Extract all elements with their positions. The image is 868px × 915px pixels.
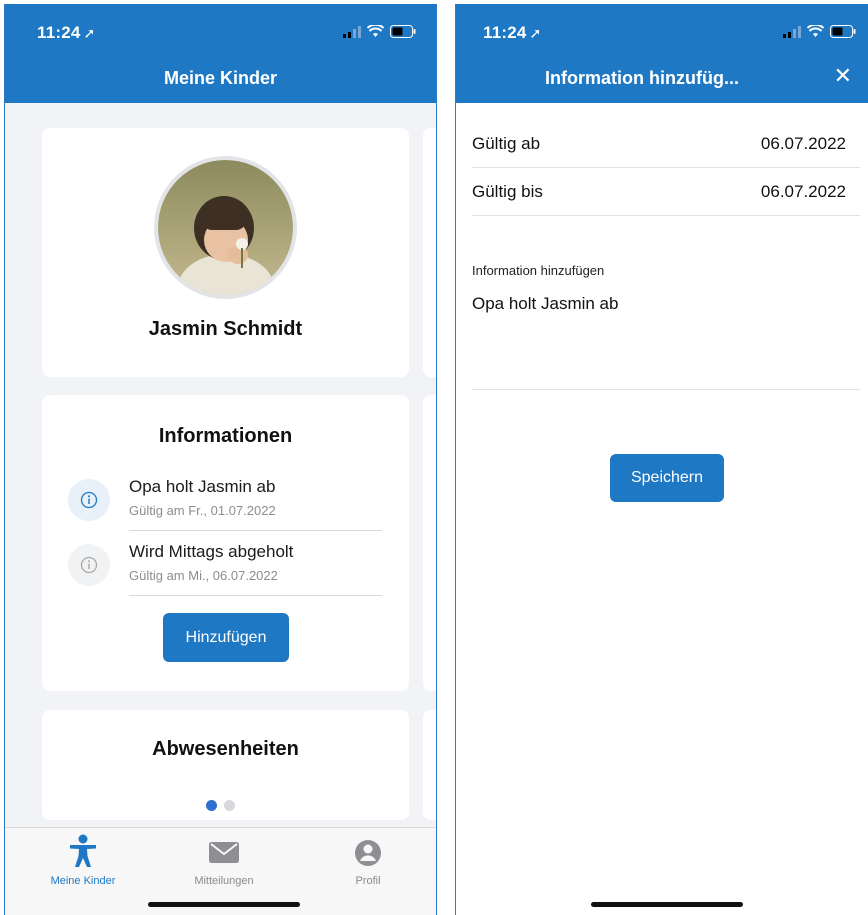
info-item-validity: Gültig am Fr., 01.07.2022 [129, 503, 276, 518]
nav-bar: 11:24 ➚ Information hinzufüg... ✕ [456, 4, 868, 103]
info-item-text: Wird Mittags abgeholt Gültig am Mi., 06.… [129, 536, 382, 596]
status-time: 11:24 ➚ [483, 23, 542, 42]
tab-bar: Meine Kinder Mitteilungen Profil [5, 827, 436, 915]
tab-meine-kinder[interactable]: Meine Kinder [28, 834, 138, 887]
valid-from-value[interactable]: 06.07.2022 [761, 134, 846, 154]
valid-to-label: Gültig bis [472, 182, 543, 201]
left-screen: 11:24 ➚ Meine Kinder Jasmin Schmidt Info… [4, 4, 437, 915]
child-profile-card[interactable]: Jasmin Schmidt [42, 128, 409, 377]
wifi-icon [367, 25, 384, 37]
valid-to-row[interactable]: Gültig bis 06.07.2022 [472, 168, 860, 216]
avatar [154, 156, 297, 299]
tab-label: Mitteilungen [194, 875, 254, 887]
child-photo [158, 160, 293, 295]
info-item-title: Opa holt Jasmin ab [129, 477, 276, 496]
location-arrow-icon: ➚ [83, 25, 96, 41]
location-arrow-icon: ➚ [529, 25, 542, 41]
home-indicator[interactable] [591, 902, 743, 907]
info-text-field[interactable]: Opa holt Jasmin ab [472, 294, 618, 314]
info-item-text: Opa holt Jasmin ab Gültig am Fr., 01.07.… [129, 471, 382, 531]
tab-label: Meine Kinder [50, 875, 116, 887]
page-dot[interactable] [224, 800, 235, 811]
page-title: Information hinzufüg... [545, 68, 739, 88]
home-indicator[interactable] [148, 902, 300, 907]
tab-profil[interactable]: Profil [313, 834, 423, 887]
next-child-card-edge[interactable] [423, 395, 436, 691]
signal-icon [343, 25, 361, 38]
valid-from-label: Gültig ab [472, 134, 541, 153]
info-item[interactable]: Opa holt Jasmin ab Gültig am Fr., 01.07.… [66, 471, 382, 531]
page-dot-active[interactable] [206, 800, 217, 811]
informationen-card: Informationen Opa holt Jasmin ab Gültig … [42, 395, 409, 691]
status-icons [783, 25, 856, 38]
battery-icon [390, 25, 416, 38]
child-figure-icon [70, 834, 96, 867]
abwesenheiten-title: Abwesenheiten [152, 738, 299, 760]
tab-label: Profil [355, 875, 381, 887]
info-item-validity: Gültig am Mi., 06.07.2022 [129, 568, 278, 583]
info-icon [68, 479, 110, 521]
close-icon[interactable]: ✕ [834, 65, 852, 87]
save-button[interactable]: Speichern [610, 454, 724, 502]
info-item[interactable]: Wird Mittags abgeholt Gültig am Mi., 06.… [66, 536, 382, 596]
next-child-card-edge[interactable] [423, 128, 436, 377]
status-icons [343, 25, 416, 38]
signal-icon [783, 25, 801, 38]
status-time: 11:24 ➚ [37, 23, 96, 42]
info-field-label: Information hinzufügen [472, 263, 605, 278]
child-name: Jasmin Schmidt [148, 318, 303, 340]
right-screen: 11:24 ➚ Information hinzufüg... ✕ Gültig … [455, 4, 868, 915]
info-item-title: Wird Mittags abgeholt [129, 542, 294, 561]
add-info-button[interactable]: Hinzufügen [163, 613, 289, 662]
battery-icon [830, 25, 856, 38]
wifi-icon [807, 25, 824, 37]
info-icon [68, 544, 110, 586]
envelope-icon [209, 842, 239, 863]
tab-mitteilungen[interactable]: Mitteilungen [169, 834, 279, 887]
field-divider [472, 389, 860, 390]
valid-to-value[interactable]: 06.07.2022 [761, 182, 846, 202]
page-indicator[interactable] [5, 800, 436, 811]
valid-from-row[interactable]: Gültig ab 06.07.2022 [472, 120, 860, 168]
informationen-title: Informationen [158, 425, 293, 447]
page-title: Meine Kinder [163, 68, 278, 88]
person-circle-icon [355, 840, 381, 866]
nav-bar: 11:24 ➚ Meine Kinder [5, 4, 436, 103]
